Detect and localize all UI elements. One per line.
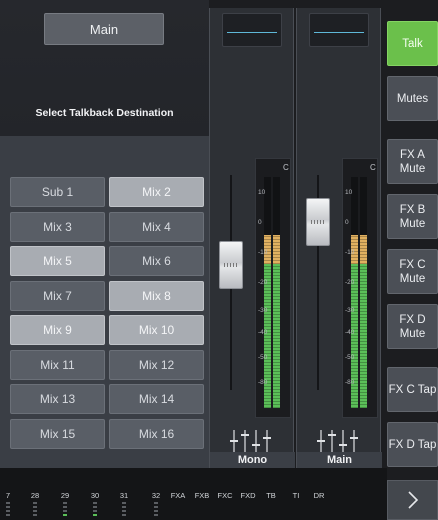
channel-overview-label: 31 [119, 491, 129, 500]
talkback-dest-button[interactable]: Mix 4 [109, 211, 204, 242]
meter-level-bar [273, 235, 280, 408]
fader-cap[interactable] [219, 241, 243, 290]
channel-overview-label: 32 [151, 491, 161, 500]
talkback-dest-button[interactable]: Mix 14 [109, 384, 204, 414]
level-meter: C 10 0 -10 -20 -30 -40 -50 -80 [255, 158, 291, 418]
side-button[interactable]: FX D Tap [387, 422, 438, 467]
channel-overview-label: 29 [60, 491, 70, 500]
next-page-button[interactable] [387, 480, 438, 520]
meter-scale-label: -20 [258, 279, 268, 286]
meter-scale-label: 0 [258, 219, 262, 226]
meter-scale-label: -40 [258, 329, 268, 336]
meter-scale-label: 10 [258, 189, 266, 196]
meter-scale-label: C [370, 163, 376, 172]
talkback-dest-button[interactable]: Mix 2 [109, 177, 204, 207]
talkback-dest-button[interactable]: Mix 6 [109, 246, 204, 276]
meter-scale-label: -30 [345, 306, 355, 314]
meter-scale-label: -50 [345, 354, 355, 361]
channel-strip-main: C 10 0 -10 -20 -30 -40 -50 -80 Main [296, 8, 382, 468]
side-button[interactable]: FX C Mute [387, 249, 438, 294]
channel-overview-label: 7 [5, 491, 11, 500]
chevron-right-icon [407, 491, 418, 509]
channel-overview-meter [93, 502, 97, 516]
channel-overview-label: TB [266, 491, 276, 500]
channel-overview-meter [33, 502, 37, 516]
mixer-faders-icon[interactable] [230, 428, 274, 454]
talkback-dest-button[interactable]: Mix 13 [10, 384, 105, 414]
channel-strip-mono: C 10 0 -10 -20 -30 -40 -50 -80 Mono [209, 8, 295, 468]
channel-overview-meter [6, 502, 10, 516]
talkback-title: Select Talkback Destination [35, 107, 174, 119]
meter-scale-label: -10 [345, 249, 355, 256]
talkback-dest-button[interactable]: Sub 1 [10, 177, 105, 207]
meter-scale-label: 0 [345, 219, 349, 226]
meter-scale-label: -50 [258, 354, 268, 361]
side-button[interactable]: Talk [387, 21, 438, 66]
talkback-dest-button[interactable]: Mix 8 [109, 280, 204, 311]
level-meter: C 10 0 -10 -20 -30 -40 -50 -80 [342, 158, 378, 418]
talkback-dest-button[interactable]: Mix 11 [10, 349, 105, 380]
scribble-strip [222, 13, 282, 47]
channel-overview-label: TI [292, 491, 300, 500]
fader-cap[interactable] [306, 198, 330, 247]
meter-scale-label: -80 [258, 379, 268, 386]
meter-scale-label: C [283, 163, 289, 172]
channel-overview-meter [122, 502, 126, 516]
talkback-dest-button[interactable]: Mix 16 [109, 418, 204, 449]
talkback-dest-button[interactable]: Mix 15 [10, 418, 105, 449]
meter-scale-label: -30 [258, 306, 268, 314]
meter-scale-label: -80 [345, 379, 355, 386]
talkback-dest-button[interactable]: Mix 3 [10, 211, 105, 242]
talkback-dest-button[interactable]: Mix 7 [10, 280, 105, 311]
channel-overview-label: FXC [217, 491, 233, 500]
channel-overview-label: FXD [240, 491, 256, 500]
meter-scale-label: 10 [345, 189, 353, 196]
talkback-dest-button[interactable]: Mix 12 [109, 349, 204, 380]
meter-scale-label: -20 [345, 279, 355, 286]
side-button[interactable]: FX C Tap [387, 367, 438, 412]
channel-name-label: Mono [210, 452, 295, 468]
channel-overview-label: FXB [194, 491, 210, 500]
talkback-dest-button[interactable]: Mix 10 [109, 315, 204, 345]
talkback-dest-button[interactable]: Mix 5 [10, 246, 105, 276]
channel-overview-label: 30 [90, 491, 100, 500]
side-button[interactable]: FX B Mute [387, 194, 438, 239]
side-button[interactable]: FX D Mute [387, 304, 438, 349]
channel-name-label: Main [297, 452, 382, 468]
scribble-strip [309, 13, 369, 47]
channel-overview-meter [63, 502, 67, 516]
channel-overview-label: 28 [30, 491, 40, 500]
meter-scale-label: -10 [258, 249, 268, 256]
meter-level-bar [360, 235, 367, 408]
side-button[interactable]: FX A Mute [387, 139, 438, 184]
channel-overview-label: FXA [170, 491, 186, 500]
mixer-faders-icon[interactable] [317, 428, 361, 454]
talkback-dest-button[interactable]: Mix 9 [10, 315, 105, 345]
side-button[interactable]: Mutes [387, 76, 438, 121]
meter-scale-label: -40 [345, 329, 355, 336]
channel-overview-label: DR [313, 491, 325, 500]
main-button[interactable]: Main [44, 13, 164, 45]
channel-overview-meter [154, 502, 158, 516]
